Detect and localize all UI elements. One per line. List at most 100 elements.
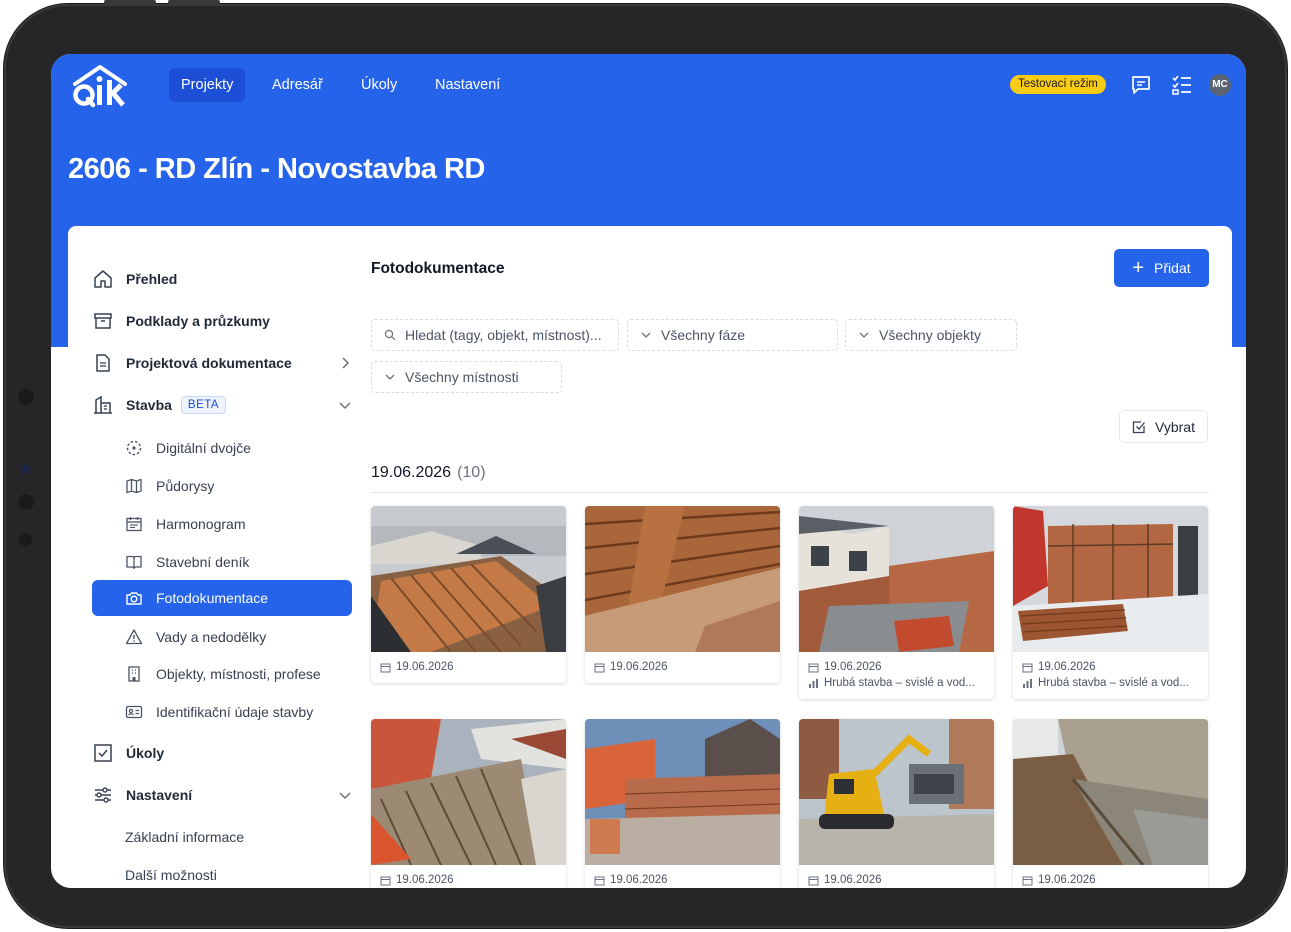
sidebar-item-harmonogram[interactable]: Harmonogram (92, 506, 352, 542)
archive-icon (94, 313, 112, 329)
sidebar-item-zakladni-informace[interactable]: Základní informace (125, 829, 244, 845)
sensor-dot (19, 533, 32, 546)
content-panel: Přehled Podklady a průzkumy Projektová d… (68, 226, 1232, 888)
sidebar-item-label: Stavební deník (156, 554, 250, 570)
calendar-icon (380, 876, 391, 885)
book-icon (126, 555, 142, 570)
beta-badge: BETA (180, 396, 227, 414)
sidebar-item-identifikacni-udaje[interactable]: Identifikační údaje stavby (92, 694, 352, 730)
photo-date: 19.06.2026 (396, 661, 454, 673)
sidebar-item-digitalni-dvojce[interactable]: Digitální dvojče (92, 430, 352, 466)
photo-meta: 19.06.2026 Hrubá stavba – svislé a vod..… (1013, 652, 1208, 699)
nav-nastaveni[interactable]: Nastavení (423, 68, 512, 102)
photo-floor-framing (371, 719, 566, 865)
nav-adresar[interactable]: Adresář (260, 68, 335, 102)
id-card-icon (125, 705, 143, 719)
nav-ukoly[interactable]: Úkoly (349, 68, 409, 102)
photo-card[interactable]: 19.06.2026 (371, 719, 566, 888)
add-photo-button[interactable]: + Přidat (1114, 249, 1209, 287)
photo-card[interactable]: 19.06.2026 (799, 719, 994, 888)
user-avatar[interactable]: MC (1209, 74, 1231, 96)
sidebar-item-label: Projektová dokumentace (126, 355, 292, 371)
photo-meta: 19.06.2026 (371, 652, 566, 683)
sidebar-item-label: Přehled (126, 271, 178, 287)
sidebar-item-label: Objekty, místnosti, profese (156, 666, 321, 682)
photo-date: 19.06.2026 (396, 874, 454, 886)
photo-card[interactable]: 19.06.2026 Hrubá stavba – svislé a vod..… (799, 506, 994, 699)
chevron-down-icon[interactable] (338, 788, 352, 802)
calendar-icon (126, 517, 142, 532)
sidebar-item-label: Digitální dvojče (156, 440, 251, 456)
chevron-right-icon[interactable] (338, 356, 352, 370)
select-button[interactable]: Vybrat (1119, 410, 1208, 443)
volume-button (104, 0, 156, 4)
bar-chart-icon (1023, 678, 1032, 688)
sidebar-item-fotodokumentace[interactable]: Fotodokumentace (92, 580, 352, 616)
photo-meta: 19.06.2026 (1013, 865, 1208, 888)
sidebar-item-dalsi-moznosti[interactable]: Další možnosti (125, 867, 217, 883)
photo-card[interactable]: 19.06.2026 (585, 719, 780, 888)
warning-icon (125, 629, 143, 645)
photo-meta: 19.06.2026 (585, 865, 780, 888)
qik-logo[interactable] (69, 64, 131, 108)
camera-dot (18, 389, 34, 405)
sidebar-item-objekty[interactable]: Objekty, místnosti, profese (92, 656, 352, 692)
search-icon (384, 329, 396, 341)
tablet-frame: Projekty Adresář Úkoly Nastavení Testova… (4, 0, 1287, 928)
photo-date: 19.06.2026 (1038, 661, 1096, 673)
photo-card[interactable]: 19.06.2026 (585, 506, 780, 683)
sensor-dot (18, 494, 34, 510)
chevron-down-icon (859, 332, 869, 338)
photo-brick-walls (799, 506, 994, 652)
photo-card[interactable]: 19.06.2026 (1013, 719, 1208, 888)
bar-chart-icon (809, 678, 818, 688)
chevron-down-icon (385, 374, 395, 380)
sidebar-item-ukoly[interactable]: Úkoly (92, 736, 352, 770)
sidebar-item-stavebni-denik[interactable]: Stavební deník (92, 544, 352, 580)
chevron-down-icon[interactable] (338, 398, 352, 412)
camera-lens (21, 465, 30, 474)
photo-meta: 19.06.2026 Hrubá stavba – svislé a vod..… (799, 652, 994, 699)
sidebar-item-prehled[interactable]: Přehled (92, 262, 352, 296)
photo-roof-trusses (371, 506, 566, 652)
search-placeholder: Hledat (tagy, objekt, místnost)... (405, 327, 602, 343)
plus-icon: + (1132, 257, 1145, 279)
sidebar-item-label: Úkoly (126, 745, 165, 761)
sidebar-item-nastaveni[interactable]: Nastavení (92, 778, 352, 812)
search-input[interactable]: Hledat (tagy, objekt, místnost)... (371, 319, 619, 351)
calendar-icon (808, 663, 819, 672)
sidebar-item-podklady[interactable]: Podklady a průzkumy (92, 304, 352, 338)
calendar-icon (808, 876, 819, 885)
photo-meta: 19.06.2026 (371, 865, 566, 888)
photo-card[interactable]: 19.06.2026 Hrubá stavba – svislé a vod..… (1013, 506, 1208, 699)
building-icon (94, 395, 112, 414)
photo-date: 19.06.2026 (610, 874, 668, 886)
checklist-icon[interactable] (1170, 73, 1194, 97)
room-filter[interactable]: Všechny místnosti (371, 361, 562, 393)
date-group-heading: 19.06.2026 (10) (371, 464, 486, 482)
calendar-icon (1022, 663, 1033, 672)
test-mode-badge[interactable]: Testovací režim (1010, 75, 1106, 94)
volume-button (168, 0, 220, 4)
photo-phase: Hrubá stavba – svislé a vod... (824, 677, 975, 689)
object-filter[interactable]: Všechny objekty (845, 319, 1017, 351)
sidebar-item-vady[interactable]: Vady a nedodělky (92, 619, 352, 655)
photo-card[interactable]: 19.06.2026 (371, 506, 566, 683)
home-icon (94, 270, 112, 288)
nav-projekty[interactable]: Projekty (169, 68, 246, 102)
sidebar-item-projektova-dokumentace[interactable]: Projektová dokumentace (92, 346, 352, 380)
sidebar-item-label: Podklady a průzkumy (126, 313, 270, 329)
phase-filter[interactable]: Všechny fáze (627, 319, 838, 351)
photo-ceiling-beams (585, 506, 780, 652)
map-icon (126, 478, 142, 494)
chevron-down-icon (641, 332, 651, 338)
sidebar-item-label: Harmonogram (156, 516, 246, 532)
sidebar-item-stavba[interactable]: Stavba BETA (92, 388, 352, 422)
group-date: 19.06.2026 (371, 464, 452, 481)
checkbox-icon (94, 744, 112, 762)
select-label: Vybrat (1155, 418, 1195, 435)
photo-meta: 19.06.2026 (585, 652, 780, 683)
sidebar-item-pudorysy[interactable]: Půdorysy (92, 468, 352, 504)
chat-icon[interactable] (1129, 73, 1153, 97)
section-title: Fotodokumentace (371, 260, 505, 277)
